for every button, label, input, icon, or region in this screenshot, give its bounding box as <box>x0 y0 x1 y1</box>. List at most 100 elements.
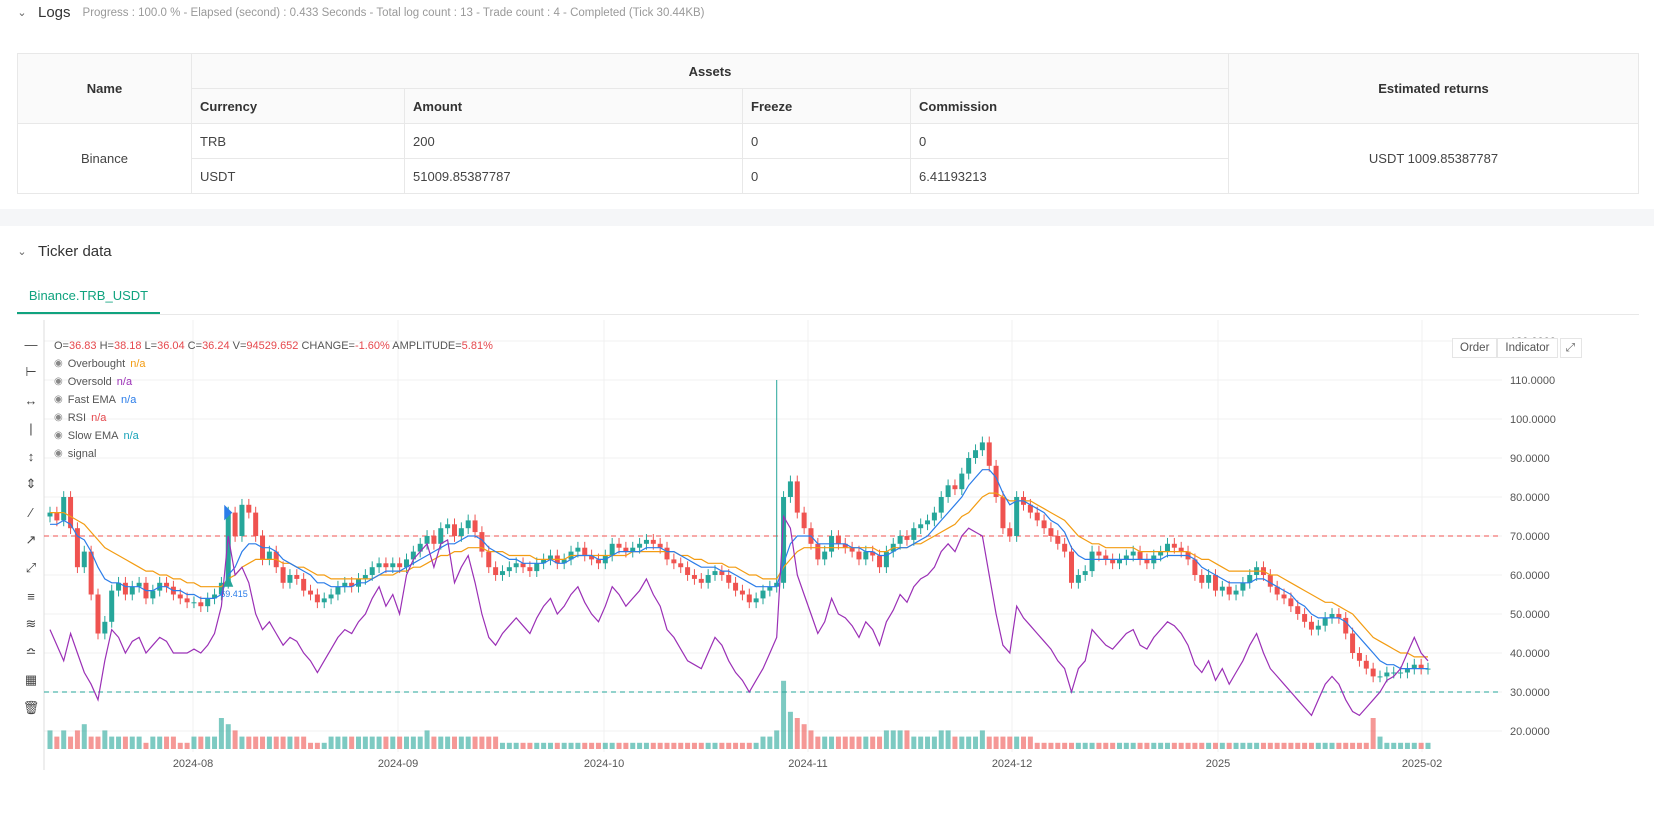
volume-bar <box>1240 742 1246 749</box>
col-returns: Estimated returns <box>1228 53 1639 124</box>
volume-bar <box>225 724 231 749</box>
candle-body <box>575 547 581 552</box>
volume-bar <box>74 730 80 749</box>
volume-bar <box>561 742 567 749</box>
volume-bar <box>897 730 903 749</box>
volume-bar <box>191 736 197 749</box>
volume-bar <box>678 742 684 749</box>
volume-bar <box>1370 718 1376 749</box>
candle-body <box>506 567 512 572</box>
eye-icon[interactable]: ◉ <box>54 427 63 445</box>
eye-icon[interactable]: ◉ <box>54 445 63 463</box>
volume-bar <box>1185 742 1191 749</box>
order-button[interactable]: Order <box>1452 338 1498 358</box>
x-tick-label: 2025 <box>1206 758 1230 770</box>
volume-bar <box>925 736 931 749</box>
legend-item-rsi[interactable]: ◉ RSI n/a <box>54 409 493 427</box>
volume-bar <box>1130 742 1136 749</box>
volume-bar <box>822 736 828 749</box>
ohlc-readout: O=36.83 H=38.18 L=36.04 C=36.24 V=94529.… <box>54 340 493 352</box>
candle-body <box>232 512 238 536</box>
eye-icon[interactable]: ◉ <box>54 373 63 391</box>
volume-bar <box>403 736 409 749</box>
volume-bar <box>1137 742 1143 749</box>
candle-body <box>739 590 745 595</box>
candle-body <box>424 536 430 544</box>
indicator-button[interactable]: Indicator <box>1497 338 1558 358</box>
volume-bar <box>1151 742 1157 749</box>
volume-bar <box>150 736 156 749</box>
volume-bar <box>1212 742 1218 749</box>
volume-bar <box>520 742 526 749</box>
volume-bar <box>95 736 101 749</box>
legend-item-signal[interactable]: ◉ signal <box>54 445 493 463</box>
ticker-header[interactable]: ⌄ Ticker data <box>16 243 111 260</box>
volume-bar <box>664 742 670 749</box>
candle-body <box>308 590 314 595</box>
chevron-down-icon[interactable]: ⌄ <box>16 245 28 258</box>
volume-bar <box>451 736 457 749</box>
y-tick-label: 50.0000 <box>1510 609 1550 621</box>
volume-bar <box>493 736 499 749</box>
legend-item-overbought[interactable]: ◉ Overbought n/a <box>54 355 493 373</box>
volume-bar <box>630 742 636 749</box>
eye-icon[interactable]: ◉ <box>54 409 63 427</box>
chevron-down-icon[interactable]: ⌄ <box>16 6 28 19</box>
candle-body <box>1281 594 1287 599</box>
candle-body <box>513 563 519 568</box>
volume-bar <box>1110 742 1116 749</box>
logs-header[interactable]: ⌄ Logs Progress : 100.0 % - Elapsed (sec… <box>16 4 704 21</box>
candle-body <box>184 598 190 603</box>
legend-item-oversold[interactable]: ◉ Oversold n/a <box>54 373 493 391</box>
volume-bar <box>1075 742 1081 749</box>
volume-bar <box>1384 742 1390 749</box>
volume-bar <box>513 742 519 749</box>
volume-bar <box>671 742 677 749</box>
volume-bar <box>575 742 581 749</box>
volume-bar <box>301 736 307 749</box>
volume-bar <box>1027 736 1033 749</box>
volume-bar <box>966 736 972 749</box>
candle-body <box>1384 672 1390 677</box>
volume-bar <box>1007 736 1013 749</box>
candle-body <box>1398 672 1404 674</box>
volume-bar <box>1329 742 1335 749</box>
volume-bar <box>554 742 560 749</box>
volume-bar <box>849 736 855 749</box>
candle-body <box>61 497 67 521</box>
candle-body <box>671 559 677 564</box>
candle-body <box>801 512 807 529</box>
volume-bar <box>1308 742 1314 749</box>
eye-icon[interactable]: ◉ <box>54 391 63 409</box>
volume-bar <box>164 736 170 749</box>
volume-bar <box>1199 742 1205 749</box>
volume-bar <box>246 736 252 749</box>
candle-body <box>301 578 307 591</box>
volume-bar <box>643 742 649 749</box>
volume-bar <box>294 736 300 749</box>
candle-body <box>534 563 540 572</box>
candle-body <box>1233 590 1239 595</box>
legend-item-fast-ema[interactable]: ◉ Fast EMA n/a <box>54 391 493 409</box>
y-tick-label: 20.0000 <box>1510 726 1550 738</box>
candle-body <box>438 528 444 544</box>
eye-icon[interactable]: ◉ <box>54 355 63 373</box>
x-tick-label: 2024-08 <box>173 758 213 770</box>
volume-bar <box>479 736 485 749</box>
volume-bar <box>472 736 478 749</box>
volume-bar <box>445 736 451 749</box>
volume-bar <box>1302 742 1308 749</box>
tab-binance-trb-usdt[interactable]: Binance.TRB_USDT <box>17 278 160 314</box>
volume-bar <box>1288 742 1294 749</box>
candle-body <box>493 567 499 575</box>
candle-body <box>1377 676 1383 678</box>
candle-body <box>664 547 670 560</box>
candle-body <box>1226 586 1232 595</box>
candle-body <box>918 524 924 529</box>
volume-bar <box>1178 742 1184 749</box>
expand-icon[interactable]: ⤢ <box>1559 338 1582 358</box>
volume-bar <box>739 742 745 749</box>
volume-bar <box>582 742 588 749</box>
candle-body <box>856 551 862 560</box>
legend-item-slow-ema[interactable]: ◉ Slow EMA n/a <box>54 427 493 445</box>
